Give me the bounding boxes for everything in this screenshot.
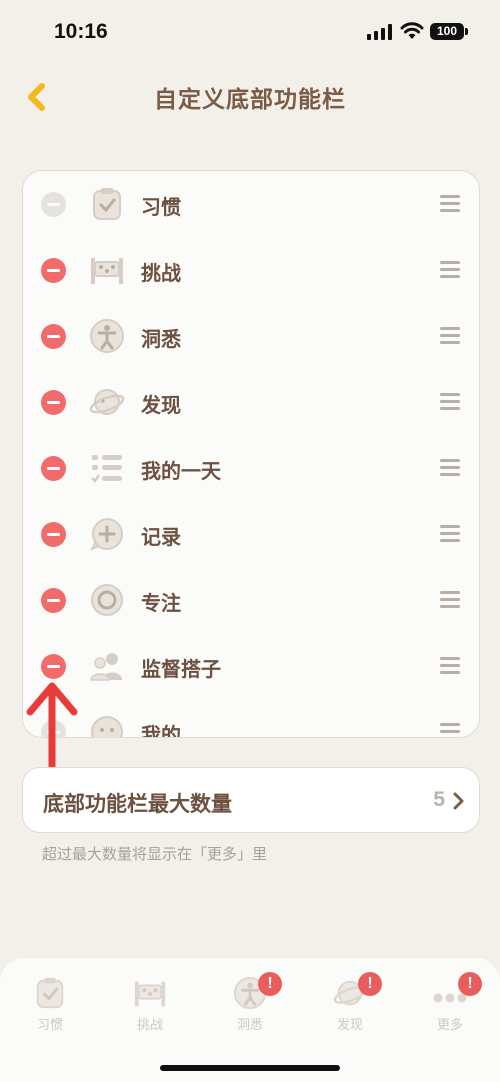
- drag-handle-icon[interactable]: [440, 393, 460, 411]
- list-item-record[interactable]: 记录: [23, 501, 479, 567]
- alert-badge: !: [458, 972, 482, 996]
- tab-label: 习惯: [36, 1017, 63, 1032]
- list-item-challenge[interactable]: 挑战: [23, 237, 479, 303]
- tab-discover[interactable]: 发现 !: [300, 970, 400, 1050]
- drag-handle-icon[interactable]: [440, 261, 460, 279]
- remove-button[interactable]: [41, 258, 66, 283]
- tab-more[interactable]: 更多 !: [400, 970, 500, 1050]
- tab-label: 更多: [436, 1017, 463, 1032]
- habit-icon: [36, 977, 64, 1009]
- remove-button[interactable]: [41, 588, 66, 613]
- list-item-insight[interactable]: 洞悉: [23, 303, 479, 369]
- list-item-habit[interactable]: 习惯: [23, 171, 479, 237]
- max-count-value: 5: [433, 788, 445, 811]
- profile-icon: [91, 716, 123, 737]
- challenge-icon: [91, 258, 123, 284]
- max-count-label: 底部功能栏最大数量: [43, 793, 232, 816]
- tab-label: 发现: [336, 1017, 363, 1032]
- remove-disabled-icon: [41, 192, 66, 217]
- list-item-focus[interactable]: 专注: [23, 567, 479, 633]
- signal-icon: [367, 24, 392, 40]
- list-item-label: 洞悉: [141, 329, 181, 351]
- status-time: 10:16: [54, 20, 108, 43]
- remove-button[interactable]: [41, 324, 66, 349]
- list-item-label: 记录: [141, 527, 181, 549]
- remove-button[interactable]: [41, 456, 66, 481]
- drag-handle-icon[interactable]: [440, 459, 460, 477]
- list-item-discover[interactable]: 发现: [23, 369, 479, 435]
- list-item-label: 挑战: [141, 263, 181, 285]
- list-item-label: 我的一天: [141, 461, 221, 483]
- alert-badge: !: [358, 972, 382, 996]
- list-item-label: 我的: [141, 725, 181, 738]
- list-item-label: 发现: [141, 395, 181, 417]
- chevron-right-icon: [453, 792, 464, 810]
- tab-list-card: 习惯 挑战 洞悉 发现 我的一天 记录 专注 监督搭子 我的: [22, 170, 480, 738]
- drag-handle-icon[interactable]: [440, 195, 460, 213]
- list-item-buddy[interactable]: 监督搭子: [23, 633, 479, 699]
- list-item-my-day[interactable]: 我的一天: [23, 435, 479, 501]
- drag-handle-icon[interactable]: [440, 327, 460, 345]
- alert-badge: !: [258, 972, 282, 996]
- record-icon: [89, 517, 123, 551]
- remove-button[interactable]: [41, 390, 66, 415]
- status-bar: 10:16 100: [0, 0, 500, 60]
- tab-habit[interactable]: 习惯: [0, 970, 100, 1050]
- drag-handle-icon[interactable]: [440, 591, 460, 609]
- list-item-label: 监督搭子: [141, 659, 221, 681]
- remove-button[interactable]: [41, 522, 66, 547]
- home-indicator: [160, 1065, 340, 1071]
- list-item-label: 习惯: [141, 197, 181, 219]
- bottom-tab-bar: 习惯 挑战 洞悉 ! 发现 ! 更多 !: [0, 958, 500, 1082]
- buddy-icon: [90, 653, 122, 681]
- max-count-setting[interactable]: 底部功能栏最大数量 5: [22, 767, 480, 833]
- my-day-icon: [91, 455, 122, 483]
- drag-handle-icon[interactable]: [440, 723, 460, 737]
- battery-cap: [465, 28, 468, 35]
- challenge-icon: [134, 981, 166, 1007]
- tab-label: 洞悉: [236, 1017, 263, 1032]
- max-count-hint: 超过最大数量将显示在「更多」里: [42, 846, 268, 863]
- page-title: 自定义底部功能栏: [154, 86, 346, 112]
- discover-icon: [89, 389, 125, 415]
- list-item-label: 专注: [141, 593, 181, 615]
- insight-icon: [90, 319, 124, 353]
- tab-label: 挑战: [136, 1017, 163, 1032]
- drag-handle-icon[interactable]: [440, 657, 460, 675]
- tab-insight[interactable]: 洞悉 !: [200, 970, 300, 1050]
- wifi-icon: [400, 22, 424, 39]
- focus-icon: [91, 584, 123, 616]
- drag-handle-icon[interactable]: [440, 525, 460, 543]
- tab-challenge[interactable]: 挑战: [100, 970, 200, 1050]
- habit-icon: [93, 188, 121, 220]
- list-item-profile[interactable]: 我的: [23, 699, 479, 738]
- battery-icon: 100: [430, 23, 464, 40]
